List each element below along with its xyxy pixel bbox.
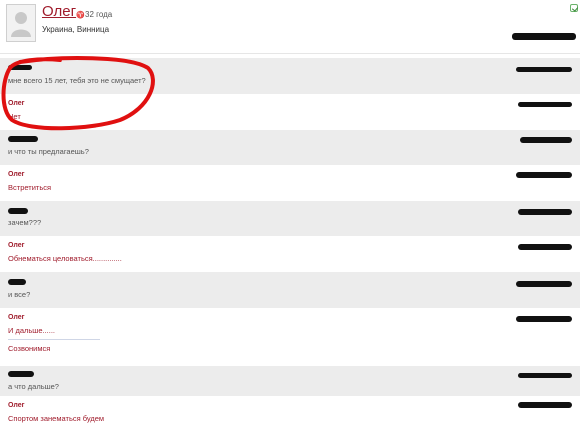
profile-header: Олег ♈ 32 года Украина, Винница bbox=[0, 0, 580, 54]
message-row: зачем??? bbox=[0, 201, 580, 236]
message-text: и что ты предлагаешь? bbox=[8, 147, 89, 156]
red-highlight-circle bbox=[1, 56, 155, 131]
message-row: Олег Встретиться bbox=[0, 165, 580, 201]
profile-name-link[interactable]: Олег bbox=[42, 3, 76, 20]
redacted-date bbox=[520, 137, 572, 143]
message-author[interactable]: Олег bbox=[8, 242, 25, 249]
message-text: И дальше...... bbox=[8, 326, 55, 335]
profile-location: Украина, Винница bbox=[42, 25, 110, 34]
message-row: и все? bbox=[0, 272, 580, 308]
profile-age: 32 года bbox=[85, 10, 113, 19]
redacted-date bbox=[518, 402, 572, 408]
message-row: Олег И дальше...... Созвонимся bbox=[0, 308, 580, 366]
message-text: Созвонимся bbox=[8, 344, 51, 353]
message-author[interactable]: Олег bbox=[8, 314, 25, 321]
message-text: зачем??? bbox=[8, 218, 42, 227]
redacted-date bbox=[516, 67, 572, 72]
redacted-date bbox=[516, 281, 572, 287]
message-text: Встретиться bbox=[8, 183, 52, 192]
message-text: и все? bbox=[8, 290, 31, 299]
default-avatar-icon bbox=[11, 12, 31, 37]
message-text: Обнематься целоваться.............. bbox=[8, 254, 122, 263]
message-row: Олег Спортом занематься будем bbox=[0, 396, 580, 436]
message-text: Спортом занематься будем bbox=[8, 414, 105, 423]
redacted-date bbox=[518, 244, 572, 250]
message-row: а что дальше? bbox=[0, 366, 580, 396]
redacted-date bbox=[518, 373, 572, 378]
message-author[interactable]: Олег bbox=[8, 171, 25, 178]
redacted-sender bbox=[8, 136, 38, 142]
redacted-date bbox=[512, 33, 576, 40]
redacted-date bbox=[516, 172, 572, 178]
redacted-sender bbox=[8, 208, 28, 214]
redacted-date bbox=[518, 209, 572, 215]
message-row: Олег Обнематься целоваться.............. bbox=[0, 236, 580, 272]
message-author[interactable]: Олег bbox=[8, 402, 25, 409]
redacted-date bbox=[518, 102, 572, 107]
avatar[interactable] bbox=[6, 4, 36, 42]
online-status-icon bbox=[570, 4, 578, 12]
message-row: и что ты предлагаешь? bbox=[0, 130, 580, 165]
redacted-sender bbox=[8, 279, 26, 285]
zodiac-sign-icon: ♈ bbox=[76, 12, 85, 19]
divider bbox=[8, 339, 100, 340]
redacted-sender bbox=[8, 371, 34, 377]
redacted-date bbox=[516, 316, 572, 322]
message-text: а что дальше? bbox=[8, 382, 59, 391]
